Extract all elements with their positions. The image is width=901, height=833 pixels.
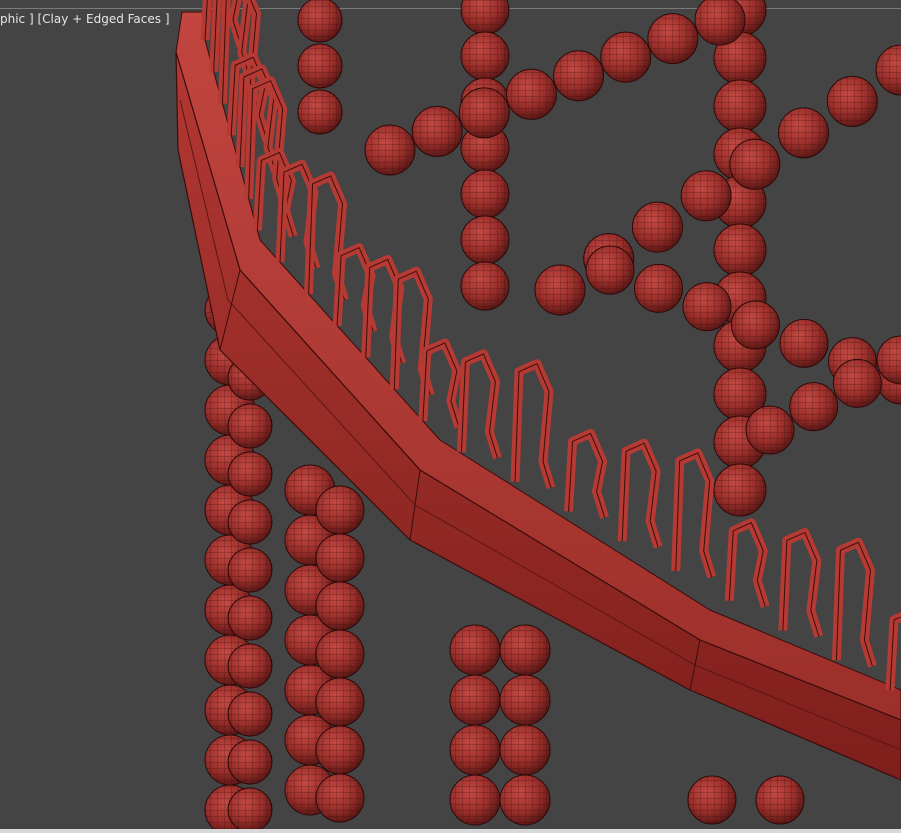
bead-mesh (778, 107, 829, 158)
bead-mesh (586, 246, 634, 294)
bead-mesh (746, 406, 794, 454)
bead-mesh (228, 644, 272, 688)
bead-mesh (228, 692, 272, 736)
bead-mesh (412, 106, 463, 157)
bead-mesh (535, 265, 585, 315)
bead-mesh (500, 675, 550, 725)
bead-mesh (450, 625, 500, 675)
bead-mesh (316, 678, 364, 726)
lattice-fret (418, 338, 464, 429)
bead-mesh (450, 675, 500, 725)
bead-mesh (365, 125, 415, 175)
bead-mesh (600, 32, 651, 83)
bead-mesh (228, 452, 272, 496)
bead-mesh (683, 282, 731, 331)
bead-mesh (634, 264, 683, 313)
bead-mesh (731, 301, 780, 349)
lattice-fret (564, 428, 609, 519)
bead-mesh (500, 625, 550, 675)
bead-mesh (714, 464, 766, 516)
bead-mesh (316, 774, 364, 822)
bead-mesh (461, 32, 509, 80)
viewport[interactable]: phic ] [Clay + Edged Faces ] (0, 0, 901, 833)
bead-mesh (228, 788, 272, 832)
bead-mesh (298, 0, 342, 42)
bead-mesh (228, 548, 272, 592)
bead-mesh (461, 170, 509, 218)
bead-mesh (316, 726, 364, 774)
lattice-fret (724, 518, 770, 609)
bead-mesh (688, 776, 736, 824)
bead-mesh (459, 87, 510, 138)
viewport-bottom-bar (0, 829, 901, 833)
bead-mesh (228, 596, 272, 640)
bead-mesh (780, 319, 828, 368)
bead-mesh (876, 45, 901, 95)
bead-mesh (833, 359, 882, 408)
bead-mesh (681, 170, 732, 221)
bead-mesh (316, 534, 364, 582)
bead-mesh (228, 740, 272, 784)
bead-mesh (714, 224, 766, 276)
lattice-fret (617, 438, 663, 549)
bead-mesh (461, 262, 509, 310)
bead-mesh (632, 202, 683, 253)
lattice-fret (778, 527, 824, 638)
bead-mesh (316, 486, 364, 534)
bead-mesh (316, 582, 364, 630)
bead-mesh (316, 630, 364, 678)
bead-mesh (450, 725, 500, 775)
bead-mesh (500, 725, 550, 775)
bead-mesh (827, 76, 878, 127)
bead-mesh (228, 404, 272, 448)
lattice-fret (456, 349, 502, 460)
bead-mesh (729, 139, 780, 190)
bead-mesh (553, 50, 604, 101)
bead-mesh (450, 775, 500, 825)
bead-mesh (461, 0, 509, 34)
bead-mesh (756, 776, 804, 824)
bead-mesh (228, 500, 272, 544)
bead-mesh (461, 216, 509, 264)
bead-mesh (714, 80, 766, 132)
bead-mesh (298, 44, 342, 88)
bead-mesh (647, 13, 698, 64)
scene-render[interactable] (0, 0, 901, 833)
bead-mesh (298, 90, 342, 134)
bead-mesh (789, 382, 838, 431)
bead-mesh (506, 69, 557, 120)
bead-mesh (500, 775, 550, 825)
